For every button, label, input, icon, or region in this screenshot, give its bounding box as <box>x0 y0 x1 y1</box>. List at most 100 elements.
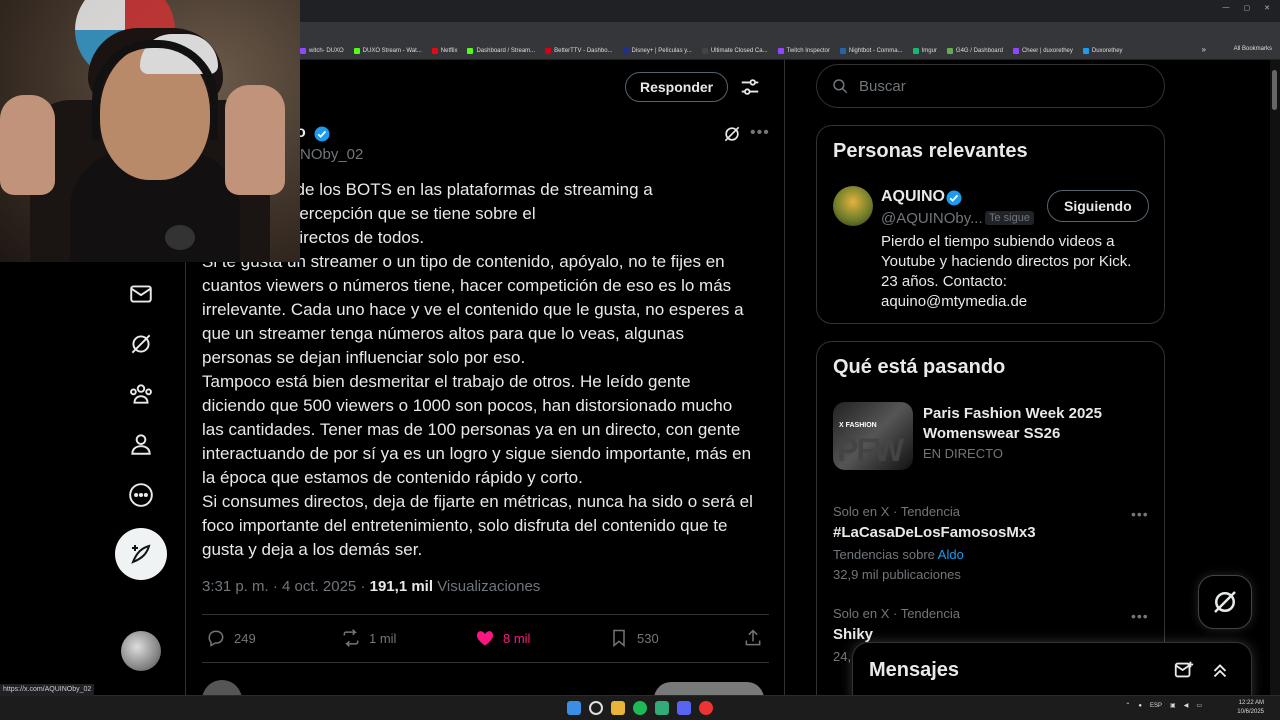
post-text-line: Si consumes directos, deja de fijarte en… <box>202 492 753 511</box>
trend-name[interactable]: #LaCasaDeLosFamososMx3 <box>833 524 1036 541</box>
bookmark-favicon-icon <box>701 47 708 54</box>
trend-more-icon[interactable]: ••• <box>1131 506 1149 522</box>
bookmark-favicon-icon <box>1012 47 1019 54</box>
divider <box>202 614 769 615</box>
relevant-person-name[interactable]: AQUINO <box>881 188 945 206</box>
account-avatar[interactable] <box>121 631 161 671</box>
post-date[interactable]: 4 oct. 2025 <box>282 578 356 595</box>
bookmark-favicon-icon <box>545 47 552 54</box>
grok-nav-icon[interactable] <box>127 330 155 358</box>
discord-icon[interactable] <box>677 701 691 715</box>
reply-button[interactable]: Responder <box>625 72 729 102</box>
bookmark-item[interactable]: Ultimate Closed Ca... <box>701 47 768 54</box>
repost-icon <box>343 629 359 647</box>
chevron-up-double-icon[interactable] <box>1209 659 1231 681</box>
language-indicator[interactable]: ESP <box>1150 703 1162 709</box>
bookmark-favicon-icon <box>467 47 474 54</box>
grok-icon <box>1214 591 1236 613</box>
post-text-line: las cantidades. Tener mas de 100 persona… <box>202 420 741 439</box>
like-action[interactable]: 8 mil <box>475 628 530 648</box>
search-box[interactable] <box>816 64 1165 108</box>
trend-post-count: 32,9 mil publicaciones <box>833 567 961 582</box>
messages-nav-icon[interactable] <box>127 280 155 308</box>
app-icon[interactable] <box>655 701 669 715</box>
grok-floating-button[interactable] <box>1198 575 1252 629</box>
bookmark-item[interactable]: Disney+ | Películas y... <box>622 47 692 54</box>
bookmark-item[interactable]: Dashboard / Stream... <box>467 47 535 54</box>
search-input[interactable] <box>859 77 1139 95</box>
more-nav-icon[interactable] <box>127 481 155 509</box>
windows-start-icon[interactable] <box>567 701 581 715</box>
bookmark-label: witch- DUXO <box>309 47 344 54</box>
network-icon[interactable]: ▣ <box>1170 702 1176 709</box>
profile-nav-icon[interactable] <box>127 430 155 458</box>
minimize-icon[interactable]: — <box>1223 4 1230 12</box>
compose-post-button[interactable] <box>115 528 167 580</box>
post-author-handle[interactable]: NOby_02 <box>300 146 363 163</box>
bookmark-item[interactable]: BetterTTV - Dashbo... <box>545 47 613 54</box>
bookmark-favicon-icon <box>912 47 919 54</box>
relevant-person-avatar[interactable] <box>833 186 873 226</box>
chevron-double-right-icon[interactable]: » <box>1202 45 1206 54</box>
reply-action[interactable]: 249 <box>206 628 256 648</box>
search-icon <box>833 79 848 94</box>
trend-thumbnail[interactable]: X FASHION PFW <box>833 402 913 470</box>
featured-trend-title[interactable]: Paris Fashion Week 2025 Womenswear SS26 <box>923 404 1153 444</box>
communities-nav-icon[interactable] <box>127 380 155 408</box>
bookmark-item[interactable]: DUXO Stream - Wat... <box>353 47 422 54</box>
search-taskbar-icon[interactable] <box>589 701 603 715</box>
page-scrollbar[interactable] <box>1270 60 1280 695</box>
spotify-icon[interactable] <box>633 701 647 715</box>
repost-action[interactable]: 1 mil <box>341 628 396 648</box>
file-explorer-icon[interactable] <box>611 701 625 715</box>
maximize-icon[interactable]: ▢ <box>1244 4 1251 12</box>
share-action[interactable] <box>743 628 763 648</box>
bookmark-label: Ultimate Closed Ca... <box>710 47 768 54</box>
post-text-line: interactuando de por sí ya es un logro y… <box>202 444 752 463</box>
comment-icon <box>208 630 224 647</box>
follows-you-badge: Te sigue <box>985 211 1034 225</box>
bookmark-item[interactable]: Netflix <box>431 47 457 54</box>
volume-icon[interactable]: ◀ <box>1184 702 1189 709</box>
following-button[interactable]: Siguiendo <box>1047 190 1149 222</box>
bookmark-action[interactable]: 530 <box>609 628 659 648</box>
reply-composer-avatar[interactable] <box>202 680 242 695</box>
featured-trend-status: EN DIRECTO <box>923 446 1003 461</box>
trend-thumbnail-brand: X FASHION <box>839 422 877 429</box>
share-icon <box>745 629 761 646</box>
all-bookmarks-button[interactable]: All Bookmarks <box>1234 46 1272 52</box>
divider <box>202 662 769 663</box>
bookmark-item[interactable]: Imgur <box>912 47 937 54</box>
close-icon[interactable]: ✕ <box>1264 4 1270 12</box>
bookmark-favicon-icon <box>839 47 846 54</box>
chevron-up-icon[interactable]: ⌃ <box>1125 702 1130 709</box>
browser-icon[interactable] <box>699 701 713 715</box>
post-time[interactable]: 3:31 p. m. <box>202 578 269 595</box>
relevant-person-handle[interactable]: @AQUINOby... <box>881 210 983 227</box>
system-clock[interactable]: 12:22 AM 10/6/2025 <box>1237 699 1264 717</box>
verified-badge-icon <box>946 190 962 206</box>
bookmark-favicon-icon <box>622 47 629 54</box>
sliders-icon[interactable] <box>739 76 761 98</box>
battery-icon[interactable]: ▭ <box>1196 702 1202 709</box>
trend-related-link[interactable]: Aldo <box>938 547 964 562</box>
grok-icon[interactable] <box>722 124 742 144</box>
windows-taskbar: ⌃ ● ESP ▣ ◀ ▭ 12:22 AM 10/6/2025 <box>0 695 1280 720</box>
trend-name[interactable]: Shiky <box>833 626 873 643</box>
messages-drawer[interactable]: Mensajes <box>852 642 1252 702</box>
bookmark-item[interactable]: witch- DUXO <box>300 47 344 54</box>
reply-submit-button[interactable] <box>654 682 764 695</box>
bookmark-label: Cheer | duxorethey <box>1021 47 1073 54</box>
scrollbar-thumb[interactable] <box>1272 70 1277 110</box>
new-message-icon[interactable] <box>1173 659 1195 681</box>
post-text-line: foco importante del entretenimiento, sol… <box>202 516 728 535</box>
bookmark-item[interactable]: G4G / Dashboard <box>946 47 1003 54</box>
bookmark-label: G4G / Dashboard <box>955 47 1003 54</box>
bookmark-item[interactable]: Twitch Inspector <box>777 47 830 54</box>
post-more-options-icon[interactable]: ••• <box>750 124 770 142</box>
bookmark-item[interactable]: Duxorethey <box>1082 47 1123 54</box>
bookmark-item[interactable]: Cheer | duxorethey <box>1012 47 1073 54</box>
trend-more-icon[interactable]: ••• <box>1131 608 1149 624</box>
bookmark-item[interactable]: Nightbot - Comma... <box>839 47 903 54</box>
microphone-icon[interactable]: ● <box>1138 703 1142 709</box>
